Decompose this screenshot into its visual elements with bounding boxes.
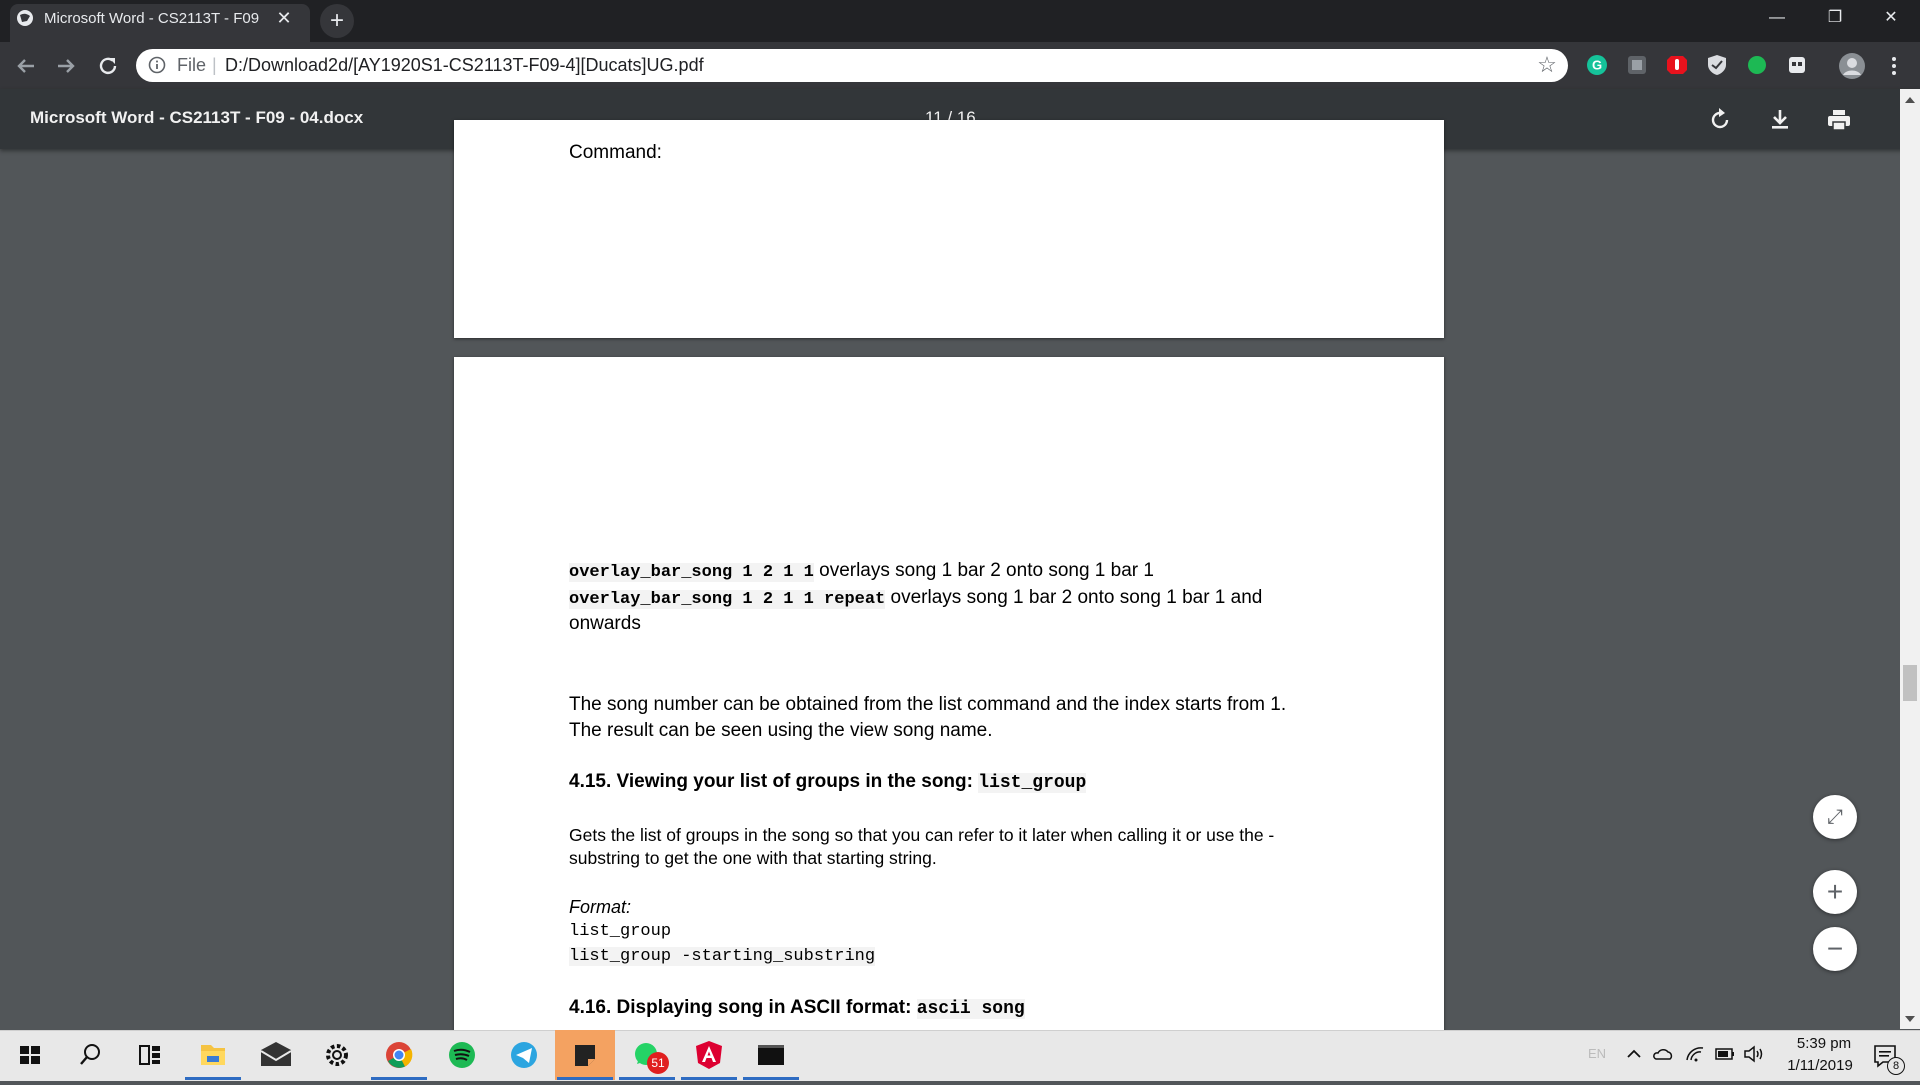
battery-icon[interactable] [1714, 1045, 1736, 1063]
list-group-desc-line-1: Gets the list of groups in the song so t… [569, 825, 1275, 845]
task-view-button[interactable] [120, 1030, 180, 1080]
section-heading-4-15-text: 4.15. Viewing your list of groups in the… [569, 771, 979, 792]
section-heading-4-15-code: list_group [978, 773, 1087, 793]
ublock-icon[interactable] [1666, 54, 1688, 76]
globe-icon [17, 10, 33, 26]
mail-icon [260, 1042, 292, 1066]
overlay-desc-1: overlays song 1 bar 2 onto song 1 bar 1 [813, 560, 1154, 581]
download-icon[interactable] [1764, 104, 1796, 136]
pdf-page-previous: Command: [454, 120, 1444, 338]
profile-avatar[interactable] [1838, 52, 1866, 80]
task-view-icon [139, 1045, 160, 1065]
rotate-icon[interactable] [1704, 104, 1736, 136]
scroll-down-arrow-icon[interactable] [1902, 1012, 1918, 1026]
list-group-desc-line-2: substring to get the one with that start… [569, 848, 937, 868]
format-line-1: list_group [569, 922, 672, 941]
wifi-icon[interactable] [1684, 1044, 1706, 1064]
taskbar-mail[interactable] [246, 1030, 306, 1080]
chrome-icon [386, 1042, 413, 1068]
page-text-command: Command: [569, 142, 662, 163]
taskbar-whatsapp[interactable]: 51 [617, 1030, 677, 1080]
new-tab-button[interactable]: + [320, 4, 354, 38]
song-number-paragraph-line-1: The song number can be obtained from the… [569, 694, 1287, 715]
url-separator: | [212, 55, 217, 75]
format-label: Format: [569, 897, 632, 917]
overlay-code-1: overlay_bar_song 1 2 1 1 [569, 563, 814, 582]
restore-button[interactable]: ❐ [1806, 0, 1864, 36]
section-heading-4-16: 4.16. Displaying song in ASCII format: a… [569, 997, 1025, 1019]
scroll-up-arrow-icon[interactable] [1902, 93, 1918, 107]
close-window-button[interactable]: ✕ [1862, 0, 1920, 36]
calendar-icon[interactable] [1786, 54, 1808, 76]
reload-button[interactable] [94, 52, 122, 80]
zoom-out-button[interactable]: − [1813, 927, 1857, 971]
overlay-example-line-1: overlay_bar_song 1 2 1 1 overlays song 1… [569, 560, 1154, 582]
section-heading-4-16-text: 4.16. Displaying song in ASCII format: [569, 997, 917, 1018]
bookmark-star-icon[interactable]: ☆ [1534, 52, 1560, 78]
start-button[interactable] [0, 1030, 60, 1080]
overlay-example-line-2: overlay_bar_song 1 2 1 1 repeat overlays… [569, 587, 1262, 609]
clock-date[interactable]: 1/11/2019 [1775, 1057, 1865, 1074]
language-indicator[interactable]: EN [1588, 1046, 1606, 1061]
onedrive-icon[interactable] [1652, 1044, 1674, 1064]
vertical-scrollbar[interactable] [1900, 89, 1920, 1029]
gear-icon [326, 1044, 348, 1066]
overlay-example-line-3: onwards [569, 613, 641, 634]
volume-icon[interactable] [1742, 1044, 1766, 1064]
angular-icon [696, 1041, 722, 1069]
reload-icon [99, 57, 117, 75]
arrow-right-icon [58, 59, 75, 73]
taskbar-telegram[interactable] [494, 1030, 554, 1080]
format-line-2: list_group -starting_substring [569, 947, 876, 966]
arrow-left-icon [17, 59, 34, 73]
tab-title: Microsoft Word - CS2113T - F09 [44, 10, 260, 27]
info-icon[interactable] [148, 56, 166, 74]
grammarly-icon[interactable]: G [1586, 54, 1608, 76]
svg-text:G: G [1592, 58, 1602, 73]
section-heading-4-16-code: ascii song [916, 999, 1025, 1019]
chevron-up-icon[interactable] [1624, 1044, 1644, 1064]
shield-icon[interactable] [1706, 54, 1728, 76]
scrollbar-thumb[interactable] [1903, 665, 1917, 701]
overlay-code-2: overlay_bar_song 1 2 1 1 repeat [569, 590, 886, 609]
url-scheme-label: File [177, 55, 207, 75]
overlay-desc-2: overlays song 1 bar 2 onto song 1 bar 1 … [885, 587, 1263, 608]
taskbar-sticky-notes[interactable] [555, 1030, 615, 1080]
whatsapp-badge: 51 [647, 1052, 669, 1074]
forward-button[interactable] [52, 52, 80, 80]
pdf-page-current: overlay_bar_song 1 2 1 1 overlays song 1… [454, 357, 1444, 1037]
taskbar-terminal[interactable] [741, 1030, 801, 1080]
tab-close-icon[interactable]: ✕ [272, 6, 296, 30]
telegram-icon [511, 1042, 537, 1068]
folder-icon [201, 1045, 225, 1065]
spotify-icon [449, 1042, 475, 1068]
search-button[interactable] [60, 1030, 120, 1080]
minimize-button[interactable]: — [1748, 0, 1806, 36]
terminal-icon [758, 1045, 784, 1065]
taskbar-settings[interactable] [307, 1030, 367, 1080]
windows-logo-icon [20, 1046, 40, 1064]
search-icon [80, 1044, 100, 1065]
document-title: Microsoft Word - CS2113T - F09 - 04.docx [30, 108, 364, 127]
taskbar-chrome[interactable] [369, 1030, 429, 1080]
notification-count: 8 [1887, 1057, 1905, 1075]
menu-kebab-icon[interactable] [1882, 54, 1906, 78]
print-icon[interactable] [1823, 104, 1855, 136]
taskbar-spotify[interactable] [432, 1030, 492, 1080]
whatsapp-icon [635, 1043, 657, 1065]
fit-to-page-button[interactable]: ⤢ [1813, 795, 1857, 839]
zoom-in-button[interactable]: + [1813, 870, 1857, 914]
back-button[interactable] [12, 52, 40, 80]
action-center-button[interactable]: 8 [1866, 1038, 1906, 1075]
taskbar-file-explorer[interactable] [183, 1030, 243, 1080]
song-number-paragraph-line-2: The result can be seen using the view so… [569, 720, 993, 741]
section-heading-4-15: 4.15. Viewing your list of groups in the… [569, 771, 1087, 793]
clock-time[interactable]: 5:39 pm [1785, 1035, 1863, 1052]
green-dot-icon[interactable] [1746, 54, 1768, 76]
extension-icon[interactable] [1626, 54, 1648, 76]
url-text[interactable]: D:/Download2d/[AY1920S1-CS2113T-F09-4][D… [225, 52, 704, 78]
taskbar-angular[interactable] [679, 1030, 739, 1080]
sticky-notes-icon [575, 1045, 595, 1066]
